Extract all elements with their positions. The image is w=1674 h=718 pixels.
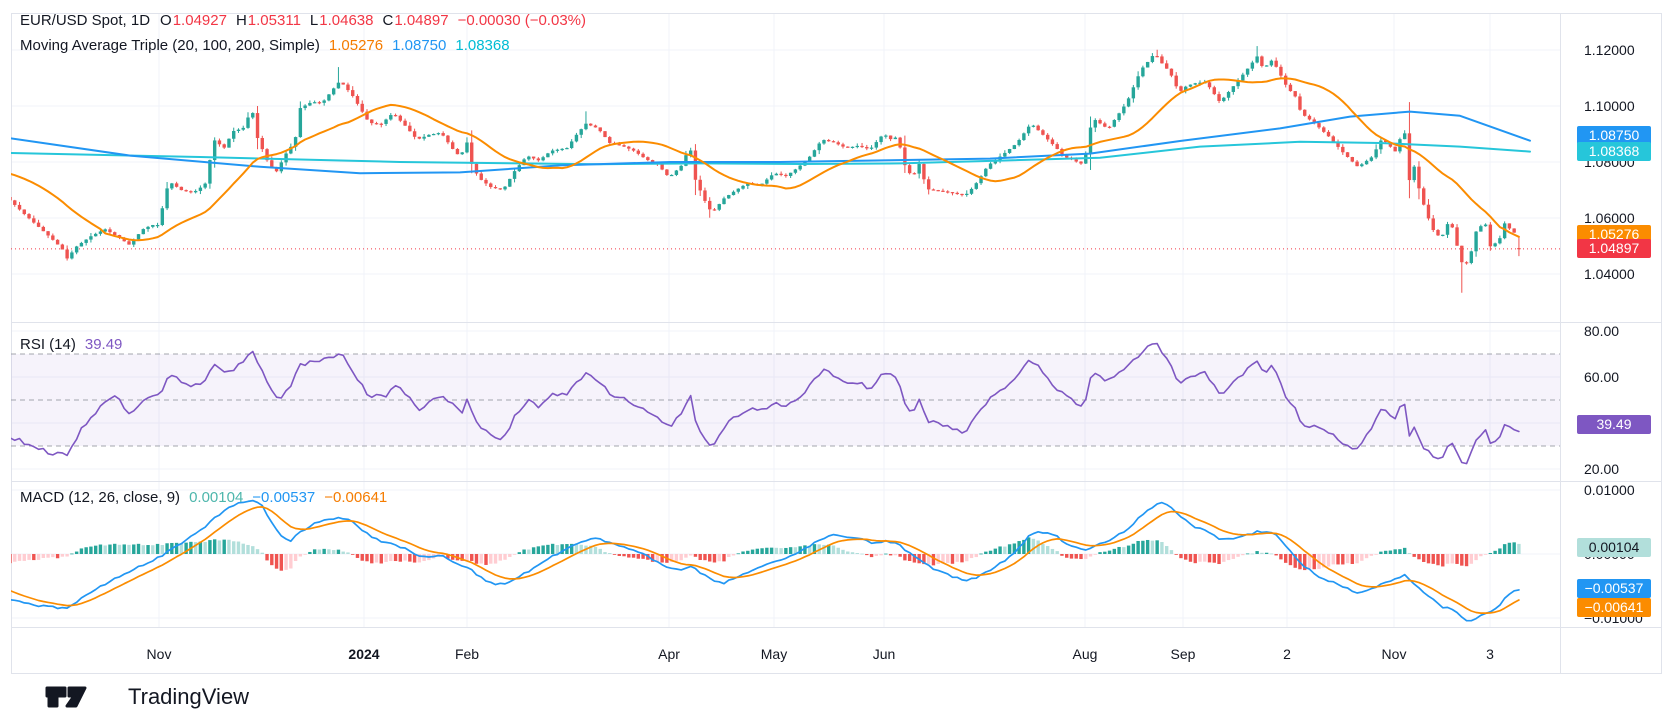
- legend-segment: −0.00030 (−0.03%): [457, 12, 586, 29]
- legend-segment: L: [309, 12, 319, 29]
- legend-segment: −0.00537: [252, 489, 316, 506]
- brand-logo[interactable]: TradingView: [44, 684, 249, 710]
- legend-segment: MACD (12, 26, close, 9): [20, 489, 181, 506]
- tradingview-wordmark: TradingView: [128, 684, 250, 709]
- ma-triple-legend[interactable]: Moving Average Triple (20, 100, 200, Sim…: [20, 37, 510, 54]
- legend-segment: H: [235, 12, 247, 29]
- legend-segment: 1.04638: [319, 12, 374, 29]
- legend-segment: 0.00104: [189, 489, 244, 506]
- rsi-legend[interactable]: RSI (14) 39.49: [20, 336, 122, 353]
- symbol-legend[interactable]: EUR/USD Spot, 1D O1.04927 H1.05311 L1.04638…: [20, 12, 586, 29]
- legend-segment: O: [160, 12, 172, 29]
- chart-canvas[interactable]: [0, 0, 1674, 718]
- legend-segment: 1.04927: [172, 12, 227, 29]
- legend-segment: 1.05311: [247, 12, 301, 29]
- legend-segment: EUR/USD Spot, 1D: [20, 12, 151, 29]
- legend-segment: C: [382, 12, 394, 29]
- legend-segment: 1.08368: [455, 37, 510, 54]
- tradingview-icon: [45, 686, 87, 708]
- macd-legend[interactable]: MACD (12, 26, close, 9) 0.00104 −0.00537 −0…: [20, 489, 387, 506]
- legend-segment: −0.00641: [324, 489, 388, 506]
- legend-segment: Moving Average Triple (20, 100, 200, Sim…: [20, 37, 320, 54]
- legend-segment: 1.04897: [394, 12, 449, 29]
- legend-segment: 1.08750: [392, 37, 447, 54]
- legend-segment: 1.05276: [328, 37, 384, 54]
- legend-segment: 39.49: [84, 336, 123, 353]
- legend-segment: RSI (14): [20, 336, 76, 353]
- tradingview-chart: EUR/USD Spot, 1D O1.04927 H1.05311 L1.04638…: [0, 0, 1674, 718]
